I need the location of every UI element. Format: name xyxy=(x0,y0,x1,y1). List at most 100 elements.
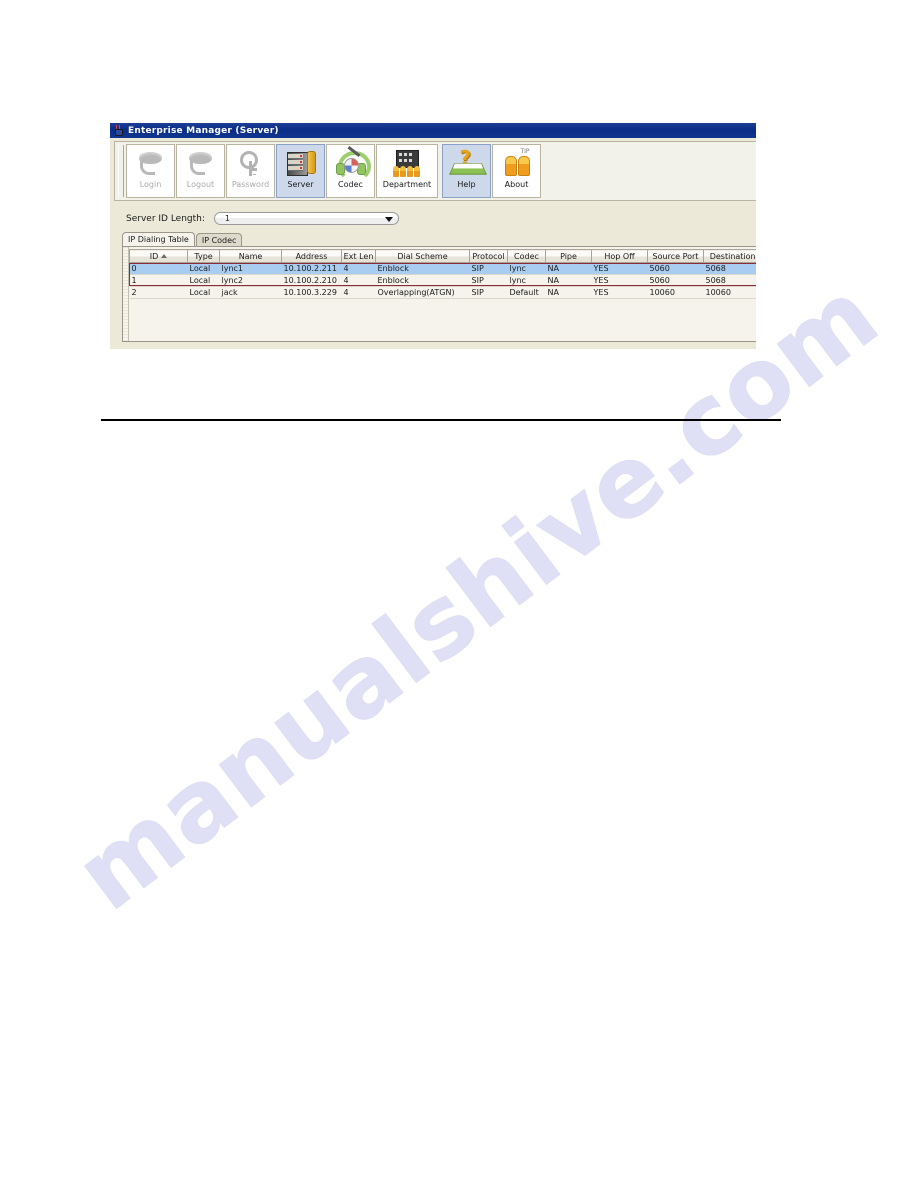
cell-protocol: SIP xyxy=(469,274,508,287)
cell-dial-scheme: Overlapping(ATGN) xyxy=(375,286,470,299)
cell-id: 1 xyxy=(129,274,188,287)
cell-protocol: SIP xyxy=(469,286,508,299)
toolbar-button-codec[interactable]: Codec xyxy=(326,144,375,198)
cell-codec: lync xyxy=(507,262,546,275)
tab-bar: IP Dialing Table IP Codec xyxy=(122,232,756,246)
cell-ext-len: 4 xyxy=(341,262,376,275)
tab-ip-codec[interactable]: IP Codec xyxy=(195,233,243,246)
cell-dial-scheme: Enblock xyxy=(375,262,470,275)
toolbar-button-department-label: Department xyxy=(382,180,432,189)
ip-dialing-table-panel: ID Type Name Address Ext Len Dial Scheme… xyxy=(122,246,756,342)
cell-type: Local xyxy=(187,274,220,287)
tab-ip-codec-label: IP Codec xyxy=(201,235,237,245)
sort-ascending-icon xyxy=(161,254,168,258)
key-icon xyxy=(235,148,267,178)
col-header-protocol[interactable]: Protocol xyxy=(469,249,508,263)
col-header-codec[interactable]: Codec xyxy=(507,249,546,263)
toolbar-button-password-label: Password xyxy=(231,180,270,189)
cell-destination-port: 5068 xyxy=(703,262,756,275)
col-header-hop-off[interactable]: Hop Off xyxy=(591,249,648,263)
toolbar-button-about-label: About xyxy=(504,180,529,189)
col-header-name[interactable]: Name xyxy=(219,249,282,263)
server-id-length-label: Server ID Length: xyxy=(126,213,205,224)
table-body: 0 Local lync1 10.100.2.211 4 Enblock SIP lync NA… xyxy=(129,262,756,299)
toolbar-button-server-label: Server xyxy=(287,180,314,189)
toolbar-button-about[interactable]: TIP About xyxy=(492,144,541,198)
java-cup-icon xyxy=(113,125,124,136)
cell-address: 10.100.2.211 xyxy=(281,262,342,275)
cell-name: lync2 xyxy=(219,274,282,287)
toolbar-button-login-label: Login xyxy=(139,180,162,189)
cell-source-port: 5060 xyxy=(647,274,704,287)
tab-ip-dialing-table[interactable]: IP Dialing Table xyxy=(122,232,195,246)
toolbar-button-department[interactable]: Department xyxy=(376,144,438,198)
cell-pipe: NA xyxy=(545,274,592,287)
col-header-ext-len[interactable]: Ext Len xyxy=(341,249,376,263)
tab-ip-dialing-table-label: IP Dialing Table xyxy=(128,235,189,244)
cell-source-port: 5060 xyxy=(647,262,704,275)
table-row[interactable]: 2 Local jack 10.100.3.229 4 Overlapping(ATGN)… xyxy=(129,286,756,299)
enterprise-manager-window: Enterprise Manager (Server) Login Logout xyxy=(110,123,757,349)
cell-codec: lync xyxy=(507,274,546,287)
toolbar-container: Login Logout Password Server Codec Depar… xyxy=(110,138,756,203)
table-row[interactable]: 0 Local lync1 10.100.2.211 4 Enblock SIP lync NA… xyxy=(129,262,756,275)
cell-ext-len: 4 xyxy=(341,286,376,299)
col-header-address[interactable]: Address xyxy=(281,249,342,263)
cell-address: 10.100.2.210 xyxy=(281,274,342,287)
cell-destination-port: 10060 xyxy=(703,286,756,299)
toolbar-button-help-label: Help xyxy=(457,180,476,189)
building-people-icon xyxy=(391,148,423,178)
logout-icon xyxy=(185,148,217,178)
ip-dialing-table: ID Type Name Address Ext Len Dial Scheme… xyxy=(129,249,756,299)
headphones-icon xyxy=(335,146,371,182)
chevron-down-icon xyxy=(384,217,393,222)
about-people-icon: TIP xyxy=(501,148,533,178)
cell-source-port: 10060 xyxy=(647,286,704,299)
help-book-icon: ? xyxy=(448,148,487,178)
cell-ext-len: 4 xyxy=(341,274,376,287)
page-divider-rule xyxy=(101,419,781,421)
table-row[interactable]: 1 Local lync2 10.100.2.210 4 Enblock SIP lync NA… xyxy=(129,274,756,287)
table-left-margin-strip xyxy=(123,247,129,341)
col-header-dial-scheme[interactable]: Dial Scheme xyxy=(375,249,470,263)
cell-codec: Default xyxy=(507,286,546,299)
window-titlebar: Enterprise Manager (Server) xyxy=(110,123,756,138)
toolbar-button-login[interactable]: Login xyxy=(126,144,175,198)
server-rack-icon xyxy=(285,148,317,178)
toolbar-button-logout-label: Logout xyxy=(186,180,215,189)
cell-hop-off: YES xyxy=(591,262,648,275)
cell-hop-off: YES xyxy=(591,286,648,299)
cell-name: jack xyxy=(219,286,282,299)
col-header-pipe[interactable]: Pipe xyxy=(545,249,592,263)
cell-type: Local xyxy=(187,262,220,275)
cell-id: 2 xyxy=(129,286,188,299)
col-header-source-port[interactable]: Source Port xyxy=(647,249,704,263)
server-id-length-row: Server ID Length: 1 xyxy=(110,203,756,225)
window-title: Enterprise Manager (Server) xyxy=(128,125,279,136)
cell-type: Local xyxy=(187,286,220,299)
cell-pipe: NA xyxy=(545,286,592,299)
toolbar-drag-handle[interactable] xyxy=(118,145,124,197)
toolbar-button-password[interactable]: Password xyxy=(226,144,275,198)
col-header-id[interactable]: ID xyxy=(129,249,188,263)
window-content: Server ID Length: 1 IP Dialing Table IP … xyxy=(110,203,756,349)
toolbar-button-logout[interactable]: Logout xyxy=(176,144,225,198)
cell-address: 10.100.3.229 xyxy=(281,286,342,299)
cell-protocol: SIP xyxy=(469,262,508,275)
cell-name: lync1 xyxy=(219,262,282,275)
toolbar-button-help[interactable]: ? Help xyxy=(442,144,491,198)
cell-id: 0 xyxy=(129,262,188,275)
toolbar: Login Logout Password Server Codec Depar… xyxy=(114,141,756,201)
col-header-type[interactable]: Type xyxy=(187,249,220,263)
server-id-length-value: 1 xyxy=(224,214,230,223)
cell-pipe: NA xyxy=(545,262,592,275)
watermark-text: manualshive.com xyxy=(55,257,899,932)
col-header-destination-port[interactable]: Destination .. xyxy=(703,249,756,263)
col-header-id-label: ID xyxy=(149,251,159,261)
server-id-length-combobox[interactable]: 1 xyxy=(213,212,399,225)
cell-destination-port: 5068 xyxy=(703,274,756,287)
cell-dial-scheme: Enblock xyxy=(375,274,470,287)
table-header-row: ID Type Name Address Ext Len Dial Scheme… xyxy=(129,249,756,263)
toolbar-button-server[interactable]: Server xyxy=(276,144,325,198)
login-icon xyxy=(135,148,167,178)
